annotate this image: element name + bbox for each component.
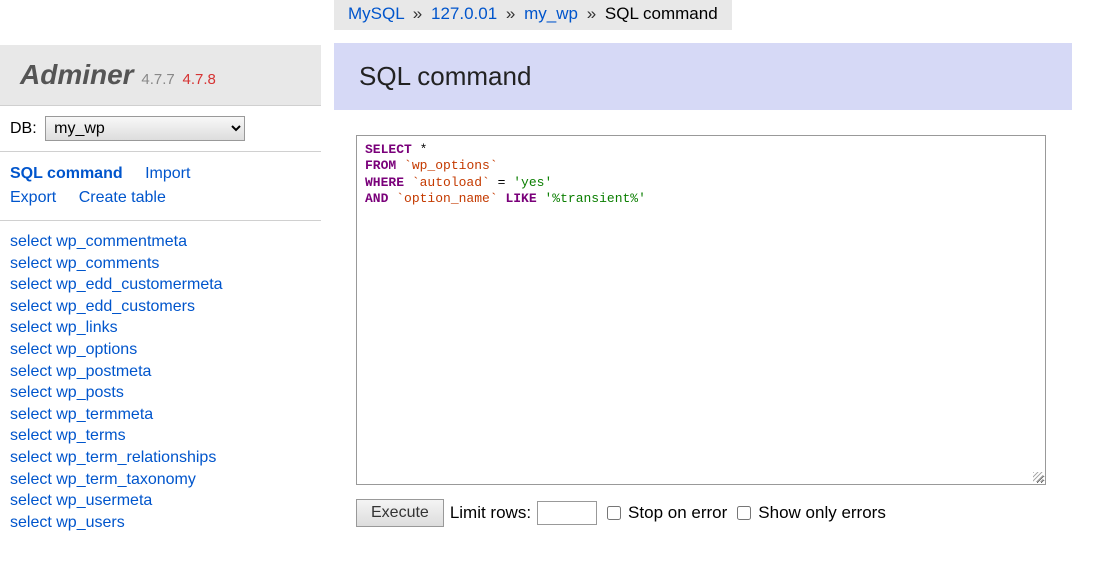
sql-kw: SELECT bbox=[365, 142, 412, 157]
table-link[interactable]: select wp_edd_customers bbox=[10, 296, 311, 318]
only-errors-label[interactable]: Show only errors bbox=[733, 503, 886, 523]
stop-on-error-text: Stop on error bbox=[628, 503, 727, 523]
app-name: Adminer bbox=[20, 59, 134, 90]
limit-rows-label: Limit rows: bbox=[450, 503, 531, 523]
sql-ident: `autoload` bbox=[412, 175, 490, 190]
execute-button[interactable] bbox=[356, 499, 444, 527]
sql-kw: LIKE bbox=[505, 191, 536, 206]
breadcrumb: MySQL » 127.0.01 » my_wp » SQL command bbox=[334, 0, 732, 30]
db-select[interactable]: my_wp bbox=[45, 116, 245, 141]
sql-kw: WHERE bbox=[365, 175, 404, 190]
sql-controls: Limit rows: Stop on error Show only erro… bbox=[356, 499, 1072, 527]
breadcrumb-driver[interactable]: MySQL bbox=[348, 4, 404, 23]
table-link[interactable]: select wp_termmeta bbox=[10, 404, 311, 426]
table-link[interactable]: select wp_postmeta bbox=[10, 361, 311, 383]
db-selector-row: DB: my_wp bbox=[0, 106, 321, 152]
version-current: 4.7.7 bbox=[141, 71, 174, 88]
only-errors-text: Show only errors bbox=[758, 503, 886, 523]
table-link[interactable]: select wp_edd_customermeta bbox=[10, 274, 311, 296]
stop-on-error-checkbox[interactable] bbox=[607, 506, 621, 520]
action-sql-command[interactable]: SQL command bbox=[10, 165, 123, 182]
sql-ident: `wp_options` bbox=[404, 158, 498, 173]
table-link[interactable]: select wp_comments bbox=[10, 253, 311, 275]
sql-ident: `option_name` bbox=[396, 191, 497, 206]
breadcrumb-sep: » bbox=[413, 4, 422, 23]
sql-string: 'yes' bbox=[513, 175, 552, 190]
sql-string: '%transient%' bbox=[544, 191, 645, 206]
sql-text: = bbox=[490, 175, 513, 190]
limit-rows-input[interactable] bbox=[537, 501, 597, 525]
main: MySQL » 127.0.01 » my_wp » SQL command S… bbox=[321, 0, 1100, 543]
action-create-table[interactable]: Create table bbox=[79, 189, 166, 206]
stop-on-error-label[interactable]: Stop on error bbox=[603, 503, 727, 523]
table-link[interactable]: select wp_term_relationships bbox=[10, 447, 311, 469]
page-title: SQL command bbox=[359, 61, 1047, 92]
action-import[interactable]: Import bbox=[145, 165, 190, 182]
sql-kw: AND bbox=[365, 191, 388, 206]
sql-text: * bbox=[412, 142, 428, 157]
table-link[interactable]: select wp_term_taxonomy bbox=[10, 469, 311, 491]
table-link[interactable]: select wp_users bbox=[10, 512, 311, 534]
sql-area-wrap: SELECT * FROM `wp_options` WHERE `autolo… bbox=[356, 135, 1072, 485]
only-errors-checkbox[interactable] bbox=[737, 506, 751, 520]
breadcrumb-page: SQL command bbox=[605, 4, 718, 23]
db-label: DB: bbox=[10, 120, 37, 137]
breadcrumb-database[interactable]: my_wp bbox=[524, 4, 578, 23]
sql-kw: FROM bbox=[365, 158, 396, 173]
table-link[interactable]: select wp_options bbox=[10, 339, 311, 361]
table-link[interactable]: select wp_commentmeta bbox=[10, 231, 311, 253]
sidebar-actions: SQL command Import Export Create table bbox=[0, 152, 321, 221]
breadcrumb-sep: » bbox=[506, 4, 515, 23]
breadcrumb-server[interactable]: 127.0.01 bbox=[431, 4, 497, 23]
table-link[interactable]: select wp_links bbox=[10, 317, 311, 339]
sidebar: Adminer 4.7.7 4.7.8 DB: my_wp SQL comman… bbox=[0, 0, 321, 543]
table-link[interactable]: select wp_usermeta bbox=[10, 490, 311, 512]
app-title: Adminer 4.7.7 4.7.8 bbox=[20, 59, 216, 90]
table-list: select wp_commentmeta select wp_comments… bbox=[0, 221, 321, 543]
page-title-bar: SQL command bbox=[334, 43, 1072, 110]
breadcrumb-sep: » bbox=[587, 4, 596, 23]
table-link[interactable]: select wp_terms bbox=[10, 425, 311, 447]
action-export[interactable]: Export bbox=[10, 189, 56, 206]
table-link[interactable]: select wp_posts bbox=[10, 382, 311, 404]
version-latest: 4.7.8 bbox=[183, 71, 216, 88]
sql-textarea[interactable]: SELECT * FROM `wp_options` WHERE `autolo… bbox=[356, 135, 1046, 485]
sidebar-header: Adminer 4.7.7 4.7.8 bbox=[0, 45, 321, 106]
